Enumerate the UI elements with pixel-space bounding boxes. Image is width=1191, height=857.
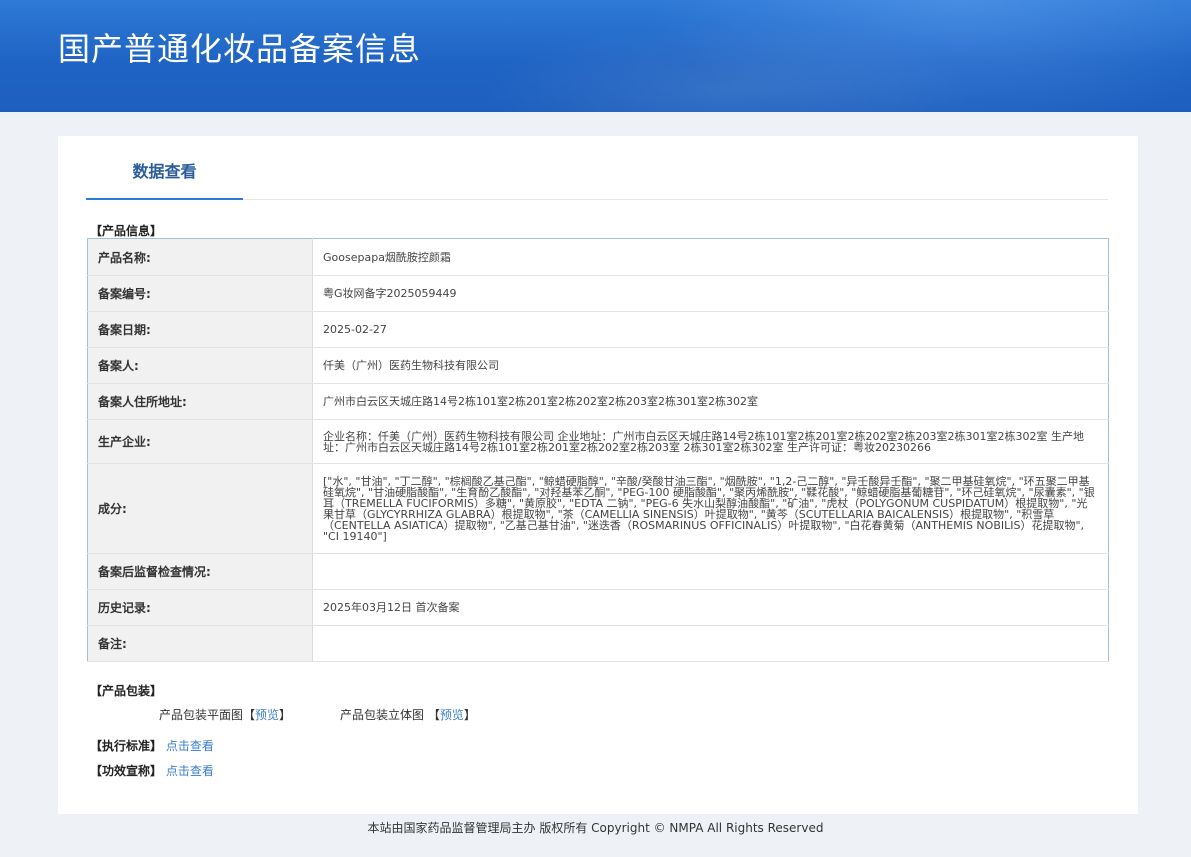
table-row: 备案后监督检查情况: xyxy=(87,553,1109,590)
row-value: 仟美（广州）医药生物科技有限公司 xyxy=(312,347,1109,384)
row-value: ["水", "甘油", "丁二醇", "棕榈酸乙基己酯", "鲸蜡硬脂醇", "… xyxy=(312,463,1109,554)
table-row: 备案编号: 粤G妆网备字2025059449 xyxy=(87,275,1109,312)
row-value: 企业名称：仟美（广州）医药生物科技有限公司 企业地址：广州市白云区天城庄路14号… xyxy=(312,419,1109,464)
packaging-stereo-label: 产品包装立体图 xyxy=(340,708,425,722)
row-value: 2025年03月12日 首次备案 xyxy=(312,589,1109,626)
table-row: 成分: ["水", "甘油", "丁二醇", "棕榈酸乙基己酯", "鲸蜡硬脂醇… xyxy=(87,463,1109,554)
row-label: 备注: xyxy=(87,625,313,662)
content-card: 数据查看 【产品信息】 产品名称: Goosepapa烟酰胺控颜霜 备案编号: … xyxy=(58,136,1138,814)
table-row: 产品名称: Goosepapa烟酰胺控颜霜 xyxy=(87,238,1109,276)
efficacy-view-link[interactable]: 点击查看 xyxy=(166,764,214,778)
row-label: 备案人: xyxy=(87,347,313,384)
row-label: 生产企业: xyxy=(87,419,313,464)
row-value: 粤G妆网备字2025059449 xyxy=(312,275,1109,312)
page-title: 国产普通化妆品备案信息 xyxy=(58,30,422,68)
standard-row: 【执行标准】 点击查看 xyxy=(90,737,214,754)
row-label: 备案人住所地址: xyxy=(87,383,313,420)
tab-bar: 数据查看 xyxy=(86,136,1108,200)
bracket-open: 【 xyxy=(243,708,256,722)
row-label: 成分: xyxy=(87,463,313,554)
table-row: 备案人住所地址: 广州市白云区天城庄路14号2栋101室2栋201室2栋202室… xyxy=(87,383,1109,420)
standard-view-link[interactable]: 点击查看 xyxy=(166,739,214,753)
table-row: 备案人: 仟美（广州）医药生物科技有限公司 xyxy=(87,347,1109,384)
table-row: 备注: xyxy=(87,625,1109,662)
efficacy-row: 【功效宣称】 点击查看 xyxy=(90,762,214,779)
table-row: 备案日期: 2025-02-27 xyxy=(87,311,1109,348)
bracket-close: 】 xyxy=(463,708,476,722)
row-label: 产品名称: xyxy=(87,238,313,276)
product-info-title: 【产品信息】 xyxy=(90,224,163,238)
row-value: 2025-02-27 xyxy=(312,311,1109,348)
row-label: 备案后监督检查情况: xyxy=(87,553,313,590)
row-value: Goosepapa烟酰胺控颜霜 xyxy=(312,238,1109,276)
row-label: 备案日期: xyxy=(87,311,313,348)
packaging-flat-item: 产品包装平面图【预览】 xyxy=(159,706,291,723)
packaging-title: 【产品包装】 xyxy=(90,684,163,698)
table-row: 历史记录: 2025年03月12日 首次备案 xyxy=(87,589,1109,626)
tab-data-view[interactable]: 数据查看 xyxy=(86,136,243,200)
row-value xyxy=(312,625,1109,662)
product-info-table: 产品名称: Goosepapa烟酰胺控颜霜 备案编号: 粤G妆网备字202505… xyxy=(87,238,1109,662)
bracket-open: 【 xyxy=(427,708,440,722)
row-value: 广州市白云区天城庄路14号2栋101室2栋201室2栋202室2栋203室2栋3… xyxy=(312,383,1109,420)
efficacy-label: 【功效宣称】 xyxy=(90,764,163,778)
row-label: 历史记录: xyxy=(87,589,313,626)
packaging-stereo-item: 产品包装立体图 【预览】 xyxy=(340,706,476,723)
standard-label: 【执行标准】 xyxy=(90,739,163,753)
table-row: 生产企业: 企业名称：仟美（广州）医药生物科技有限公司 企业地址：广州市白云区天… xyxy=(87,419,1109,464)
preview-flat-link[interactable]: 预览 xyxy=(255,708,279,722)
header-banner: 国产普通化妆品备案信息 xyxy=(0,0,1191,112)
footer-copyright: 本站由国家药品监督管理局主办 版权所有 Copyright © NMPA All… xyxy=(367,821,824,835)
row-value xyxy=(312,553,1109,590)
preview-stereo-link[interactable]: 预览 xyxy=(440,708,464,722)
row-label: 备案编号: xyxy=(87,275,313,312)
bracket-close: 】 xyxy=(279,708,292,722)
packaging-flat-label: 产品包装平面图 xyxy=(159,708,244,722)
